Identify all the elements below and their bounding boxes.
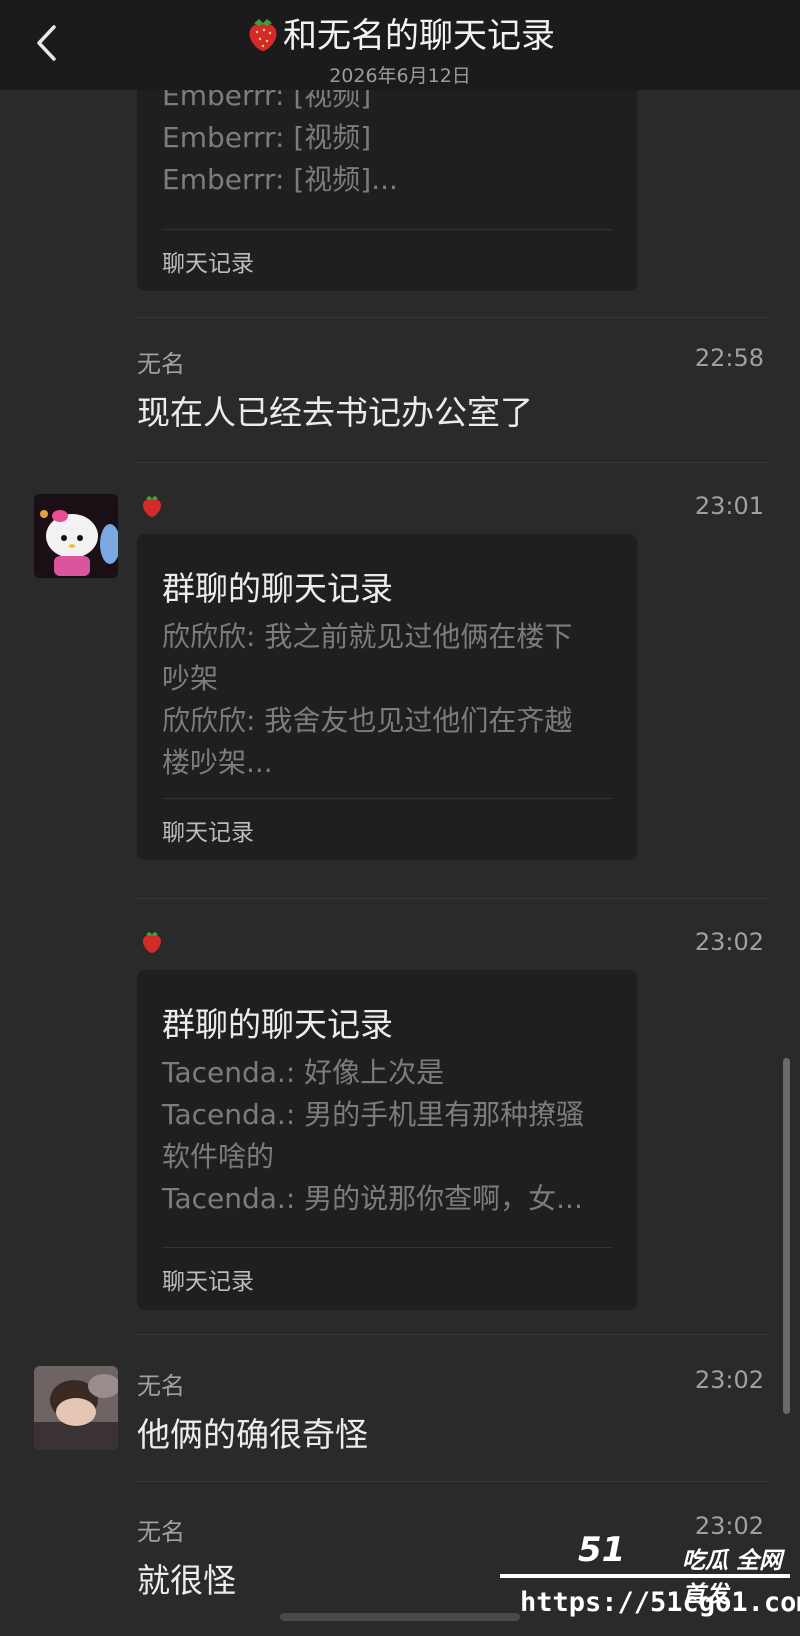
strawberry-icon xyxy=(143,931,161,953)
page-title: 和无名的聊天记录 xyxy=(245,8,555,57)
watermark-line xyxy=(500,1574,790,1578)
chat-record-card[interactable]: 群聊的聊天记录 Tacenda.: 好像上次是 Tacenda.: 男的手机里有… xyxy=(137,970,637,1310)
divider xyxy=(134,1481,768,1482)
message-item: 无名 23:02 就很怪 xyxy=(0,1508,800,1600)
divider xyxy=(134,462,768,463)
card-footer-label: 聊天记录 xyxy=(162,251,254,277)
card-separator xyxy=(162,1247,612,1248)
card-line: Emberrr: [视频] xyxy=(162,121,372,154)
card-line: Emberrr: [视频]... xyxy=(162,163,398,196)
divider xyxy=(134,1334,768,1335)
chat-record-card[interactable]: Emberrr: [视频] Emberrr: [视频] Emberrr: [视频… xyxy=(137,55,637,291)
card-title: 群聊的聊天记录 xyxy=(162,1005,393,1044)
card-separator xyxy=(162,229,612,230)
message-time: 22:58 xyxy=(694,344,764,372)
strawberry-icon xyxy=(249,18,277,51)
message-item: 无名 22:58 现在人已经去书记办公室了 xyxy=(0,340,800,432)
chat-record-card[interactable]: 群聊的聊天记录 欣欣欣: 我之前就见过他俩在楼下 吵架 欣欣欣: 我舍友也见过他… xyxy=(137,534,637,860)
card-footer-label: 聊天记录 xyxy=(162,820,254,846)
message-item: 23:01 群聊的聊天记录 欣欣欣: 我之前就见过他俩在楼下 吵架 欣欣欣: 我… xyxy=(0,488,800,868)
divider xyxy=(134,898,768,899)
message-time: 23:02 xyxy=(694,928,764,956)
card-separator xyxy=(162,798,612,799)
chat-date: 2026年6月12日 xyxy=(329,65,471,87)
card-line: 楼吵架... xyxy=(162,746,273,779)
card-line: Tacenda.: 好像上次是 xyxy=(162,1056,445,1089)
card-line: 吵架 xyxy=(162,662,219,695)
strawberry-icon xyxy=(143,495,161,517)
watermark-url: https://51cgo1.com xyxy=(520,1587,800,1618)
message-text: 就很怪 xyxy=(137,1561,236,1600)
message-time: 23:01 xyxy=(694,492,764,520)
message-text: 现在人已经去书记办公室了 xyxy=(137,393,533,432)
divider xyxy=(134,317,768,318)
card-footer-label: 聊天记录 xyxy=(162,1269,254,1295)
chat-title: 和无名的聊天记录 xyxy=(283,16,555,56)
card-line: 软件啥的 xyxy=(162,1140,275,1173)
sender-name: 无名 xyxy=(137,1372,185,1400)
card-line: 欣欣欣: 我舍友也见过他们在齐越 xyxy=(162,704,573,737)
card-line: Tacenda.: 男的说那你查啊，女... xyxy=(162,1182,583,1215)
card-preview-lines: 欣欣欣: 我之前就见过他俩在楼下 吵架 欣欣欣: 我舍友也见过他们在齐越 楼吵架… xyxy=(162,616,615,784)
card-title: 群聊的聊天记录 xyxy=(162,569,393,608)
scrollbar[interactable] xyxy=(783,1058,790,1414)
top-bar: 和无名的聊天记录 2026年6月12日 xyxy=(0,0,800,90)
card-line: Tacenda.: 男的手机里有那种撩骚 xyxy=(162,1098,585,1131)
message-item: 无名 23:02 他俩的确很奇怪 xyxy=(0,1362,800,1454)
message-time: 23:02 xyxy=(694,1366,764,1394)
message-item: 23:02 群聊的聊天记录 Tacenda.: 好像上次是 Tacenda.: … xyxy=(0,924,800,1310)
card-line: 欣欣欣: 我之前就见过他俩在楼下 xyxy=(162,620,573,653)
watermark-logo: 51 xyxy=(578,1530,626,1570)
message-time: 23:02 xyxy=(694,1512,764,1540)
sender-name: 无名 xyxy=(137,1518,185,1546)
card-preview-lines: Emberrr: [视频] Emberrr: [视频] Emberrr: [视频… xyxy=(162,75,615,201)
message-text: 他俩的确很奇怪 xyxy=(137,1415,368,1454)
header-title-block: 和无名的聊天记录 2026年6月12日 xyxy=(0,8,800,88)
card-preview-lines: Tacenda.: 好像上次是 Tacenda.: 男的手机里有那种撩骚 软件啥… xyxy=(162,1052,615,1220)
home-indicator[interactable] xyxy=(280,1613,520,1621)
sender-name: 无名 xyxy=(137,350,185,378)
